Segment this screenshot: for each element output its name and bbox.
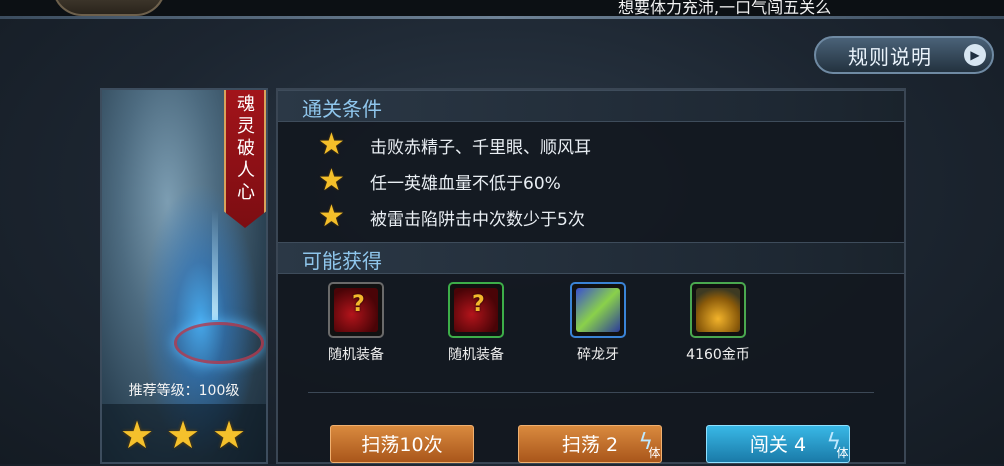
rules-button-label: 规则说明: [848, 44, 932, 69]
stage-name-banner: 魂 灵 破 人 心: [224, 90, 266, 228]
challenge-button[interactable]: 闯关 4 ϟ体: [706, 425, 850, 463]
stamina-glyph: 体: [648, 446, 661, 460]
reward-item[interactable]: 4160金币: [668, 282, 768, 364]
reward-name: 随机装备: [448, 347, 504, 363]
stage-name-char: 人: [237, 160, 255, 181]
reward-frame: ?: [328, 282, 384, 338]
divider: [308, 392, 874, 393]
stage-name-char: 魂: [237, 94, 255, 115]
reward-name: 4160金币: [686, 347, 750, 363]
stage-name-char: 破: [237, 138, 255, 159]
random-equipment-icon: ?: [454, 288, 498, 332]
conditions-header: 通关条件: [278, 90, 904, 122]
conditions-title: 通关条件: [302, 97, 382, 121]
rules-button[interactable]: 规则说明 ▶: [814, 36, 994, 74]
condition-item: ★ 击败赤精子、千里眼、顺风耳: [318, 130, 591, 160]
star-icon: ★: [318, 163, 345, 198]
recommended-level: 推荐等级：100级: [128, 383, 240, 399]
condition-text: 被雷击陷阱击中次数少于5次: [370, 209, 585, 230]
sweep-button[interactable]: 扫荡 2 ϟ体: [518, 425, 662, 463]
gold-coins-icon: [696, 288, 740, 332]
stage-card: 魂 灵 破 人 心 推荐等级：100级 ★ ★ ★: [100, 88, 268, 464]
reward-name: 碎龙牙: [577, 347, 619, 363]
rewards-header: 可能获得: [278, 242, 904, 274]
reward-frame: ?: [448, 282, 504, 338]
random-equipment-icon: ?: [334, 288, 378, 332]
stamina-bolt-icon: ϟ体: [638, 430, 660, 460]
light-beam: [212, 210, 218, 320]
sweep-10-label: 扫荡10次: [361, 434, 443, 456]
star-icon: ★: [166, 413, 201, 457]
stage-detail-panel: 通关条件 ★ 击败赤精子、千里眼、顺风耳 ★ 任一英雄血量不低于60% ★ 被雷…: [276, 88, 906, 464]
star-icon: ★: [318, 127, 345, 162]
condition-item: ★ 被雷击陷阱击中次数少于5次: [318, 202, 585, 232]
stage-name-char: 灵: [237, 116, 255, 137]
reward-frame: [690, 282, 746, 338]
condition-text: 任一英雄血量不低于60%: [370, 173, 561, 194]
sweep-10-button[interactable]: 扫荡10次: [330, 425, 474, 463]
play-arrow-icon: ▶: [964, 44, 986, 66]
reward-name: 随机装备: [328, 347, 384, 363]
reward-item[interactable]: ? 随机装备: [426, 282, 526, 364]
stamina-bolt-icon: ϟ体: [826, 430, 848, 460]
condition-item: ★ 任一英雄血量不低于60%: [318, 166, 561, 196]
condition-text: 击败赤精子、千里眼、顺风耳: [370, 137, 591, 158]
magic-circle: [174, 322, 264, 364]
player-emblem: [52, 0, 166, 16]
top-bar: 想要体力充沛,一口气闯五关么: [0, 0, 1004, 17]
frame-divider: [0, 16, 1004, 19]
star-icon: ★: [120, 413, 155, 457]
reward-item[interactable]: ? 随机装备: [306, 282, 406, 364]
star-icon: ★: [212, 413, 247, 457]
stamina-glyph: 体: [836, 446, 849, 460]
sweep-label: 扫荡 2: [561, 434, 619, 456]
stage-name-char: 心: [237, 182, 255, 203]
challenge-label: 闯关 4: [749, 434, 807, 456]
reward-item[interactable]: 碎龙牙: [548, 282, 648, 364]
rewards-title: 可能获得: [302, 249, 382, 273]
dragon-tooth-icon: [576, 288, 620, 332]
reward-frame: [570, 282, 626, 338]
star-icon: ★: [318, 199, 345, 234]
